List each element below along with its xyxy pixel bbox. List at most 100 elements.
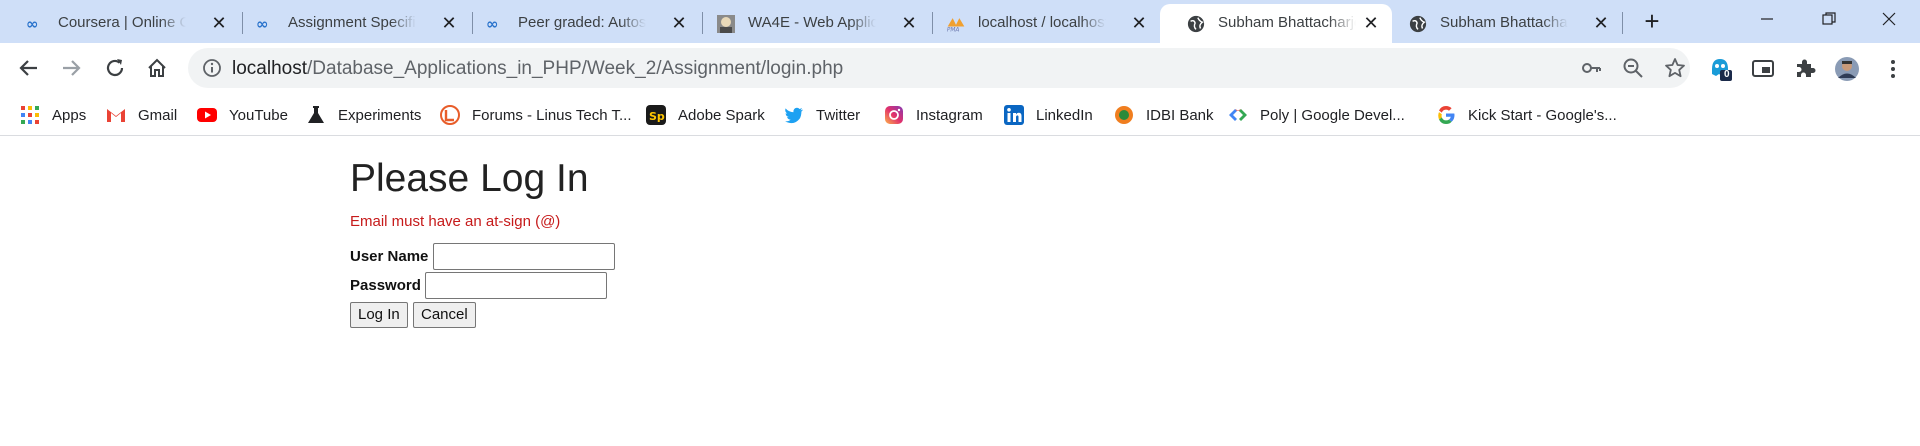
forward-arrow-icon — [63, 60, 81, 76]
tab-subham[interactable]: Subham Bhattacharjee ✕ — [1382, 4, 1624, 43]
forward-button[interactable] — [56, 53, 86, 83]
tab-subham-active[interactable]: Subham Bhattacharjee ✕ — [1160, 4, 1392, 43]
minimize-button[interactable] — [1744, 6, 1790, 34]
apps-grid-icon — [21, 106, 39, 124]
bookmark-star-icon[interactable] — [1664, 57, 1686, 79]
bookmark-twitter[interactable]: Twitter — [784, 103, 860, 127]
browser-toolbar: localhost/Database_Applications_in_PHP/W… — [0, 43, 1920, 93]
close-icon[interactable]: ✕ — [1590, 12, 1612, 34]
reload-icon — [106, 59, 124, 77]
chrome-menu-button[interactable] — [1880, 56, 1906, 82]
bookmark-idbi-bank[interactable]: IDBI Bank — [1114, 103, 1214, 127]
home-icon — [148, 58, 166, 77]
extensions-button[interactable] — [1792, 56, 1818, 82]
bookmark-label: Kick Start - Google's... — [1468, 106, 1617, 124]
ghost-extension-icon — [1712, 59, 1732, 81]
username-input[interactable] — [433, 243, 615, 270]
flask-icon — [308, 106, 324, 123]
tab-title: localhost / localhost / — [978, 14, 1106, 31]
adobe-spark-icon: Sp — [646, 105, 666, 125]
bookmark-linkedin[interactable]: LinkedIn — [1004, 103, 1093, 127]
username-label: User Name — [350, 248, 429, 265]
close-window-button[interactable] — [1866, 6, 1912, 34]
bookmark-ltt-forums[interactable]: Forums - Linus Tech T... — [440, 103, 632, 127]
page-title: Please Log In — [350, 157, 589, 200]
phpmyadmin-icon: PMA — [947, 18, 965, 34]
google-icon — [1438, 106, 1455, 124]
twitter-icon — [785, 107, 803, 124]
tab-assignment-spec[interactable]: ∞ Assignment Specificat ✕ — [230, 4, 472, 43]
bookmark-apps[interactable]: Apps — [20, 103, 86, 127]
login-button[interactable]: Log In — [350, 302, 408, 328]
bookmark-label: Adobe Spark — [678, 106, 765, 124]
picture-in-picture-icon — [1752, 60, 1774, 77]
new-tab-button[interactable]: + — [1638, 8, 1666, 36]
bookmark-instagram[interactable]: Instagram — [884, 103, 983, 127]
bookmark-youtube[interactable]: YouTube — [197, 103, 288, 127]
password-label: Password — [350, 277, 421, 294]
tab-strip: ∞ Coursera | Online Cou ✕ ∞ Assignment S… — [0, 0, 1920, 43]
bookmark-gmail[interactable]: Gmail — [106, 103, 177, 127]
extension-ghost-button[interactable]: 0 — [1708, 56, 1734, 82]
page-content: Please Log In Email must have an at-sign… — [0, 137, 1920, 446]
close-icon[interactable]: ✕ — [208, 12, 230, 34]
restore-button[interactable] — [1806, 6, 1852, 34]
tab-title: Coursera | Online Cou — [58, 14, 186, 31]
reload-button[interactable] — [100, 53, 130, 83]
tab-separator — [1622, 12, 1623, 34]
bookmark-label: Instagram — [916, 106, 983, 124]
info-icon[interactable] — [202, 58, 222, 78]
bookmarks-bar: Apps Gmail YouTube Experiments Forums - … — [0, 93, 1920, 136]
profile-avatar-button[interactable] — [1834, 56, 1860, 82]
close-icon[interactable]: ✕ — [1128, 12, 1150, 34]
bookmark-label: LinkedIn — [1036, 106, 1093, 124]
bookmark-label: Apps — [52, 106, 87, 124]
back-arrow-icon — [19, 60, 37, 76]
close-icon[interactable]: ✕ — [1360, 12, 1382, 34]
coursera-icon: ∞ — [256, 15, 269, 33]
bookmark-label: Experiments — [338, 106, 422, 124]
wa4e-icon — [717, 15, 735, 33]
globe-icon — [1409, 15, 1427, 33]
tab-title: Assignment Specificat — [288, 14, 416, 31]
url-path: /Database_Applications_in_PHP/Week_2/Ass… — [307, 58, 844, 79]
bookmark-adobe-spark[interactable]: Sp Adobe Spark — [646, 103, 765, 127]
instagram-icon — [885, 106, 903, 124]
back-button[interactable] — [14, 53, 44, 83]
coursera-icon: ∞ — [486, 15, 499, 33]
globe-icon — [1187, 15, 1205, 33]
key-icon[interactable] — [1580, 57, 1602, 79]
close-icon[interactable]: ✕ — [438, 12, 460, 34]
url-host: localhost — [232, 58, 307, 79]
tab-wa4e[interactable]: WA4E - Web Applicati ✕ — [690, 4, 932, 43]
cancel-button[interactable]: Cancel — [413, 302, 476, 328]
zoom-out-icon[interactable] — [1622, 57, 1644, 79]
tab-title: Peer graded: Autos Da — [518, 14, 646, 31]
ltt-icon — [440, 105, 460, 125]
svg-text:∞: ∞ — [256, 15, 269, 33]
bookmark-label: YouTube — [229, 106, 288, 124]
picture-in-picture-button[interactable] — [1750, 56, 1776, 82]
address-bar[interactable]: localhost/Database_Applications_in_PHP/W… — [188, 48, 1690, 88]
restore-icon — [1822, 12, 1836, 25]
svg-text:Sp: Sp — [649, 110, 665, 123]
tab-title: Subham Bhattacharjee — [1218, 14, 1356, 31]
close-icon[interactable]: ✕ — [898, 12, 920, 34]
home-button[interactable] — [142, 53, 172, 83]
minimize-icon — [1761, 18, 1773, 20]
close-icon[interactable]: ✕ — [668, 12, 690, 34]
bookmark-experiments[interactable]: Experiments — [306, 103, 421, 127]
tab-peer-graded[interactable]: ∞ Peer graded: Autos Da ✕ — [460, 4, 702, 43]
svg-text:PMA: PMA — [947, 28, 960, 34]
linkedin-icon — [1004, 105, 1024, 125]
idbi-icon — [1115, 106, 1133, 124]
password-input[interactable] — [425, 272, 607, 299]
bookmark-kick-start[interactable]: Kick Start - Google's... — [1436, 103, 1617, 127]
bookmark-label: Forums - Linus Tech T... — [472, 106, 632, 124]
tab-phpmyadmin[interactable]: PMA localhost / localhost / ✕ — [920, 4, 1162, 43]
tab-coursera[interactable]: ∞ Coursera | Online Cou ✕ — [0, 4, 242, 43]
avatar — [1835, 57, 1859, 81]
url-text[interactable]: localhost/Database_Applications_in_PHP/W… — [232, 58, 843, 80]
bookmark-poly[interactable]: Poly | Google Devel... — [1228, 103, 1405, 127]
extension-badge: 0 — [1724, 69, 1730, 80]
